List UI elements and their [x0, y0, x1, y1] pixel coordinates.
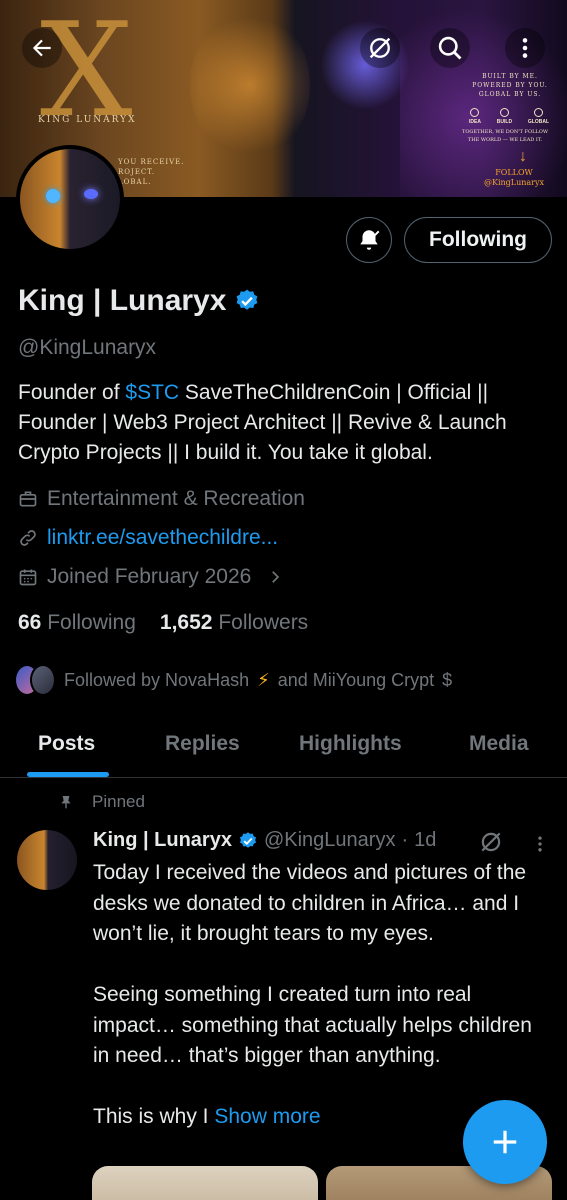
- profile-handle: @KingLunaryx: [18, 336, 157, 359]
- back-button[interactable]: [22, 28, 62, 68]
- idea-icon: IDEA: [469, 108, 481, 125]
- briefcase-icon: [19, 491, 37, 507]
- grok-icon: [369, 37, 391, 59]
- following-button[interactable]: Following: [404, 217, 552, 263]
- post-text: Today I received the videos and pictures…: [93, 861, 532, 1128]
- profile-tabs: Posts Replies Highlights Media: [0, 716, 567, 778]
- following-count[interactable]: 66 Following: [18, 611, 136, 635]
- post-dot: ·: [401, 829, 409, 851]
- followed-by[interactable]: Followed by NovaHash ⚡ and MiiYoung Cryp…: [14, 664, 452, 696]
- banner-follow-text: FOLLOW @KingLunaryx: [483, 168, 545, 187]
- more-vertical-icon: [538, 836, 542, 852]
- dollar-icon: $: [442, 669, 453, 690]
- profile-category: Entertainment & Recreation: [18, 487, 305, 511]
- profile-link[interactable]: linktr.ee/savethechildre...: [18, 526, 278, 550]
- post-more-button[interactable]: [530, 832, 550, 861]
- tab-posts[interactable]: Posts: [38, 732, 95, 756]
- more-vertical-icon: [522, 38, 528, 58]
- post-grok-button[interactable]: [478, 829, 504, 860]
- profile-joined[interactable]: Joined February 2026: [18, 565, 284, 589]
- post-author-name[interactable]: King | Lunaryx: [93, 829, 232, 852]
- avatar-eye: [84, 189, 98, 199]
- grok-button[interactable]: [360, 28, 400, 68]
- follower-avatar: [30, 664, 56, 696]
- notifications-button[interactable]: [346, 217, 392, 263]
- chevron-right-icon: [272, 571, 280, 583]
- avatar-eye: [46, 189, 60, 203]
- active-tab-indicator: [27, 772, 109, 777]
- pin-icon: [61, 796, 71, 809]
- globe-icon: GLOBAL: [528, 108, 549, 125]
- grok-icon: [481, 832, 501, 852]
- build-icon: BUILD: [497, 108, 512, 125]
- banner-left-text: YOU RECEIVE. ROJECT. LOBAL.: [118, 158, 185, 186]
- followers-count[interactable]: 1,652 Followers: [160, 611, 308, 635]
- tab-media[interactable]: Media: [469, 732, 529, 756]
- tab-replies[interactable]: Replies: [165, 732, 240, 756]
- profile-name: King | Lunaryx: [18, 284, 227, 317]
- calendar-icon: [19, 569, 37, 586]
- tab-highlights[interactable]: Highlights: [299, 732, 402, 756]
- profile-avatar[interactable]: [16, 145, 124, 253]
- link-icon: [20, 530, 36, 546]
- banner-brand: KING LUNARYX: [38, 115, 137, 125]
- post-media-image[interactable]: [92, 1166, 318, 1200]
- banner-right-text: BUILT BY ME. POWERED BY YOU. GLOBAL BY U…: [472, 73, 548, 98]
- verified-badge-icon: [237, 289, 258, 310]
- compose-button[interactable]: [463, 1100, 547, 1184]
- cashtag-link[interactable]: $STC: [125, 381, 179, 404]
- search-icon: [438, 36, 462, 60]
- plus-icon: [493, 1130, 517, 1154]
- lightning-icon: ⚡: [257, 669, 270, 690]
- post-author-handle[interactable]: @KingLunaryx: [264, 829, 395, 852]
- post-author-avatar[interactable]: [17, 830, 77, 890]
- arrow-down-icon: ↓: [519, 148, 527, 165]
- post-time[interactable]: 1d: [414, 829, 436, 852]
- bell-check-icon: [360, 230, 380, 250]
- verified-badge-icon: [239, 831, 256, 848]
- banner-icon-row: IDEA BUILD GLOBAL: [469, 108, 549, 125]
- profile-bio: Founder of $STC SaveTheChildrenCoin | Of…: [18, 381, 507, 464]
- pinned-label: Pinned: [58, 792, 145, 812]
- back-arrow-icon: [32, 39, 51, 57]
- banner-glow: [190, 10, 310, 160]
- banner-tagline: TOGETHER, WE DON'T FOLLOW THE WORLD — WE…: [462, 129, 548, 143]
- search-button[interactable]: [430, 28, 470, 68]
- more-button[interactable]: [505, 28, 545, 68]
- show-more-link[interactable]: Show more: [214, 1105, 320, 1128]
